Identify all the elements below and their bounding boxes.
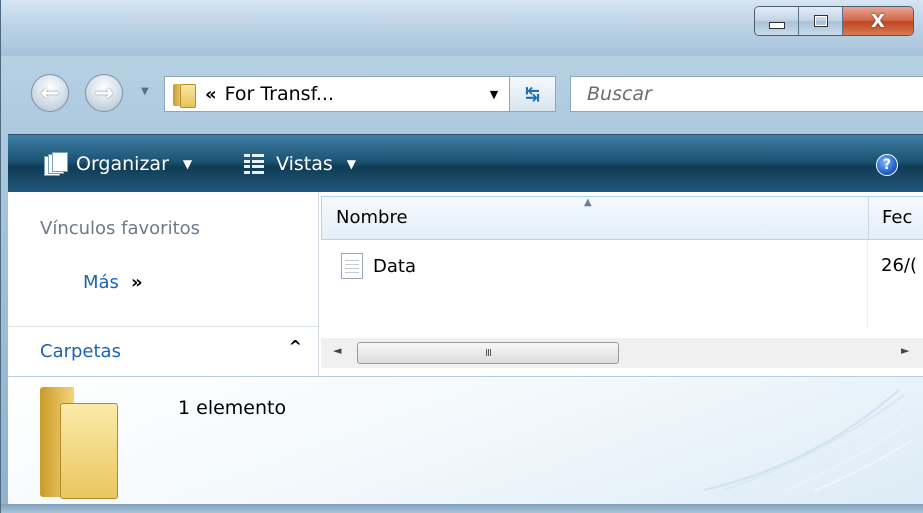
close-icon: X — [871, 10, 885, 32]
help-icon: ? — [882, 157, 892, 173]
maximize-icon — [813, 15, 828, 27]
grip-icon: III — [485, 347, 492, 359]
more-label: Más — [83, 272, 119, 293]
column-header-date[interactable]: Fec — [882, 207, 912, 228]
window-bottom-border — [1, 504, 923, 513]
breadcrumb-overflow[interactable]: « — [205, 84, 217, 105]
horizontal-scrollbar[interactable]: ◄ III ► — [321, 338, 923, 368]
scroll-left-icon[interactable]: ◄ — [333, 344, 341, 357]
details-pane: 1 elemento — [8, 376, 923, 505]
minimize-button[interactable] — [755, 7, 799, 35]
double-chevron-icon: » — [130, 272, 143, 293]
folders-bar[interactable]: Carpetas ^ — [8, 326, 318, 377]
explorer-window: X ← → ▼ « For Transf... ▼ ↹ Buscar Organ… — [0, 0, 923, 513]
command-bar: Organizar ▼ Vistas ▼ ? — [8, 134, 923, 193]
refresh-button[interactable]: ↹ — [510, 76, 556, 112]
organize-icon — [44, 152, 68, 176]
sort-ascending-icon: ▲ — [584, 197, 592, 208]
search-box[interactable] — [570, 76, 923, 112]
item-count: 1 elemento — [178, 397, 287, 419]
column-header-row: ▲ Nombre Fec — [321, 196, 923, 240]
organize-menu-button[interactable]: Organizar ▼ — [44, 135, 192, 193]
column-header-name[interactable]: Nombre — [336, 207, 408, 228]
arrow-right-icon: → — [94, 80, 114, 106]
breadcrumb-current[interactable]: For Transf... — [225, 83, 334, 105]
chevron-up-icon[interactable]: ^ — [289, 337, 302, 356]
search-input[interactable] — [585, 82, 889, 106]
recent-pages-dropdown[interactable]: ▼ — [141, 86, 155, 100]
folder-icon-large — [40, 387, 120, 499]
chevron-down-icon: ▼ — [346, 157, 356, 171]
address-dropdown-button[interactable]: ▼ — [479, 76, 509, 112]
minimize-icon — [768, 21, 785, 29]
address-bar[interactable]: « For Transf... — [164, 76, 510, 112]
refresh-icon: ↹ — [524, 83, 541, 105]
favorites-heading: Vínculos favoritos — [40, 218, 201, 239]
forward-button[interactable]: → — [85, 74, 123, 112]
address-row: ← → ▼ « For Transf... ▼ ↹ — [1, 56, 923, 132]
column-divider[interactable] — [868, 197, 869, 239]
scrollbar-thumb[interactable]: III — [357, 342, 619, 364]
help-button[interactable]: ? — [876, 154, 898, 176]
file-date: 26/( — [881, 255, 917, 276]
title-bar: X — [1, 0, 923, 56]
window-controls: X — [754, 6, 914, 36]
close-button[interactable]: X — [843, 7, 913, 35]
views-menu-button[interactable]: Vistas ▼ — [244, 135, 356, 193]
folders-label: Carpetas — [40, 341, 121, 362]
column-divider-body — [867, 240, 868, 328]
decorative-swoosh — [703, 389, 913, 492]
views-icon — [244, 154, 264, 174]
chevron-down-icon: ▼ — [182, 157, 193, 171]
arrow-left-icon: ← — [40, 80, 60, 106]
views-label: Vistas — [276, 153, 333, 175]
text-document-icon — [341, 253, 363, 279]
back-button[interactable]: ← — [31, 74, 69, 112]
navigation-pane: Vínculos favoritos Más » Carpetas ^ — [8, 192, 319, 377]
maximize-button[interactable] — [799, 7, 843, 35]
more-favorites-link[interactable]: Más » — [83, 272, 143, 293]
file-list: ▲ Nombre Fec Data 26/( ◄ III ► — [321, 192, 923, 376]
scroll-right-icon[interactable]: ► — [901, 344, 909, 357]
list-item[interactable]: Data — [341, 252, 416, 280]
content-area: Vínculos favoritos Más » Carpetas ^ ▲ No… — [8, 192, 923, 377]
organize-label: Organizar — [76, 153, 169, 175]
folder-icon — [173, 82, 196, 108]
file-name: Data — [373, 255, 416, 277]
